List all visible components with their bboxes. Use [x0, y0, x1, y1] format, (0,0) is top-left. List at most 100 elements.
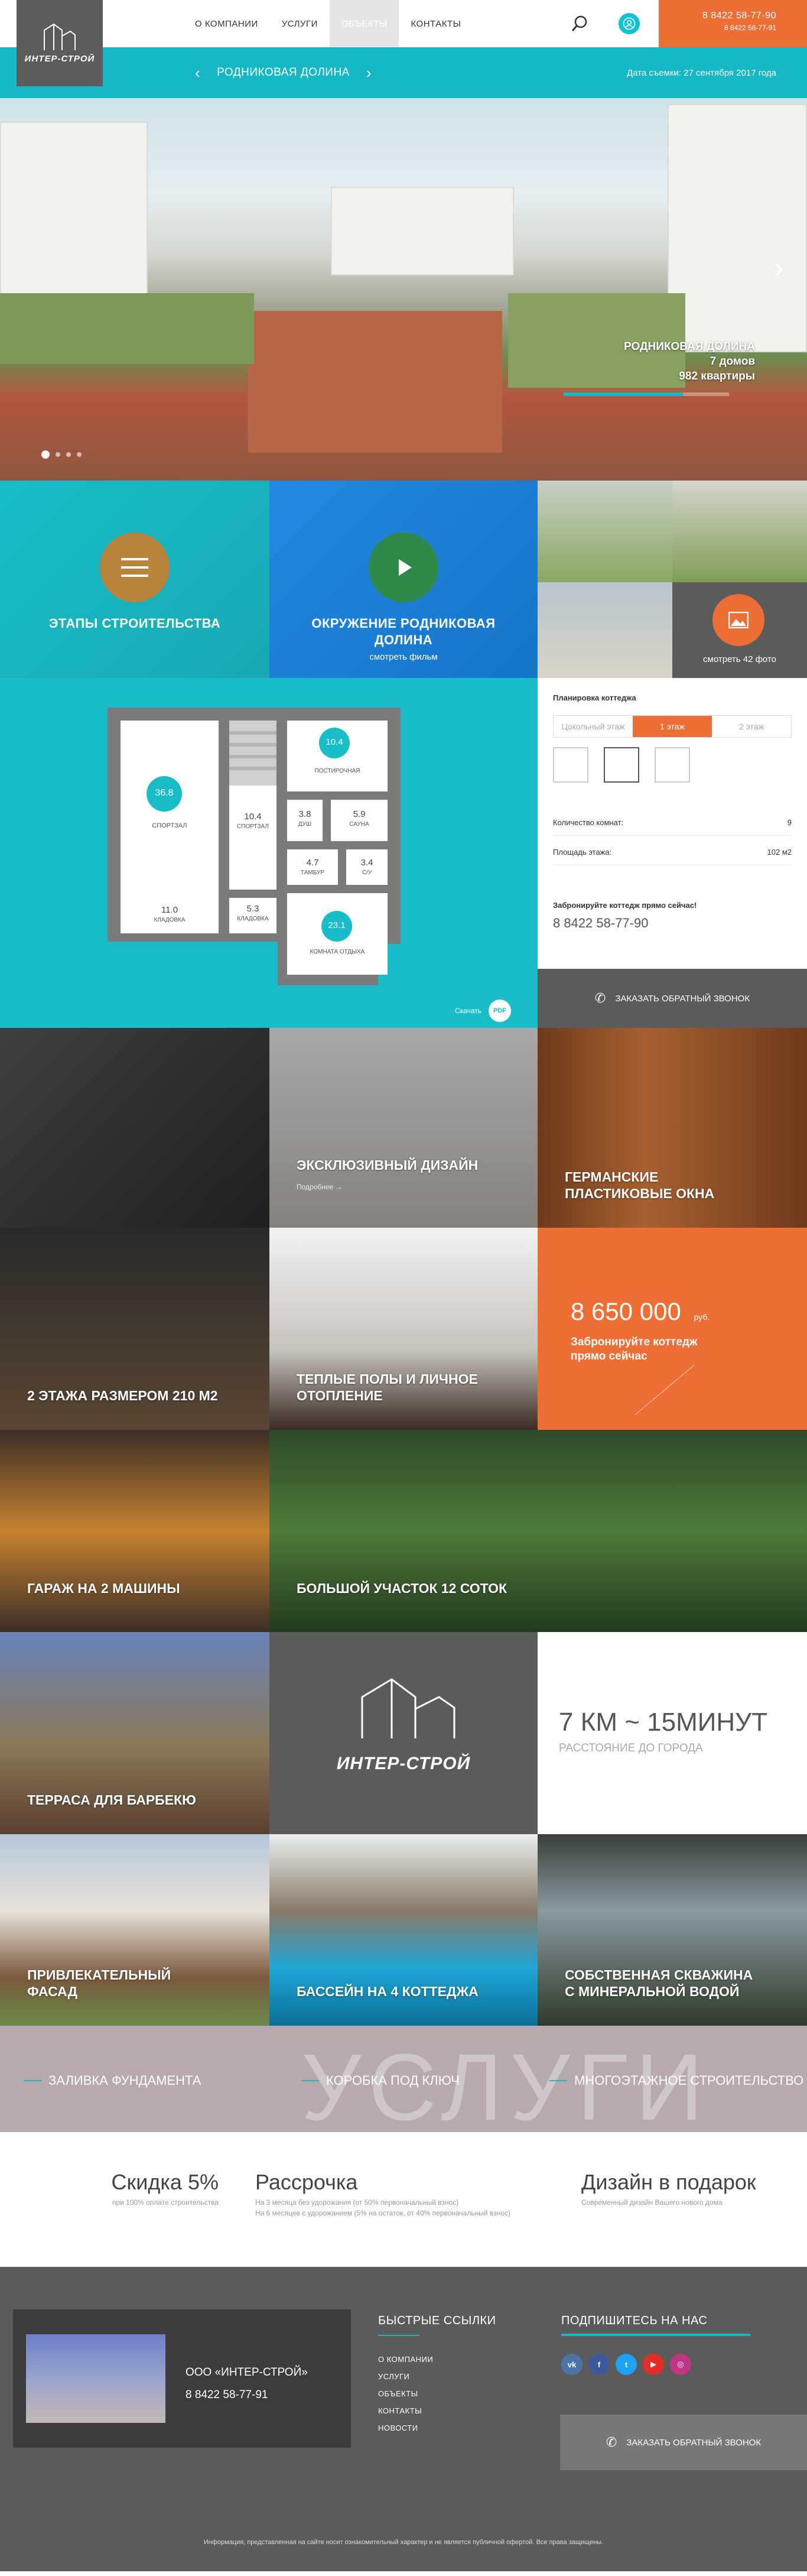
tile-surroundings[interactable]: ОКРУЖЕНИЕ РОДНИКОВАЯ ДОЛИНА смотреть фил…: [269, 481, 538, 678]
decor-line: [634, 1365, 695, 1415]
logo[interactable]: ИНТЕР-СТРОЙ: [17, 0, 103, 86]
order-title: Забронируйте коттедж прямо сейчас!: [553, 901, 697, 910]
logo-text: ИНТЕР-СТРОЙ: [24, 53, 95, 64]
plan-thumbnail[interactable]: [553, 747, 588, 783]
service-label: МНОГОЭТАЖНОЕ СТРОИТЕЛЬСТВО: [574, 2073, 804, 2088]
feature-windows[interactable]: ГЕРМАНСКИЕ ПЛАСТИКОВЫЕ ОКНА: [538, 1028, 807, 1228]
image-icon[interactable]: [712, 594, 764, 646]
photo-aerial-3: [538, 582, 672, 678]
price-value: 8 650 000 руб.: [571, 1297, 710, 1326]
promos: Скидка 5% при 100% оплате строительства …: [0, 2132, 807, 2267]
promo-desc: На 3 месяца без удорожания (от 50% перво…: [255, 2197, 510, 2218]
quick-links-list: О КОМПАНИИ УСЛУГИ ОБЪЕКТЫ КОНТАКТЫ НОВОС…: [378, 2355, 496, 2432]
feature-big-plot[interactable]: БОЛЬШОЙ УЧАСТОК 12 СОТОК: [269, 1430, 807, 1632]
service-foundation[interactable]: ЗАЛИВКА ФУНДАМЕНТА: [24, 2073, 201, 2088]
plan-thumbnail[interactable]: [655, 747, 690, 783]
building-center: [331, 187, 514, 275]
room-name: КЛАДОВКА: [154, 917, 186, 923]
distance-value: 7 КМ ~ 15МИНУТ: [559, 1708, 767, 1737]
search-button[interactable]: [570, 14, 589, 33]
feature-garage[interactable]: ГАРАЖ НА 2 МАШИНЫ: [0, 1430, 269, 1632]
feature-facade[interactable]: ПРИВЛЕКАТЕЛЬНЫЙ ФАСАД: [0, 1834, 269, 2026]
chevron-left-icon[interactable]: ‹: [195, 64, 200, 82]
callback-label: ЗАКАЗАТЬ ОБРАТНЫЙ ЗВОНОК: [615, 993, 750, 1004]
room-area: 5.3: [246, 904, 259, 914]
twitter-icon[interactable]: t: [616, 2354, 637, 2375]
tab-floor-1[interactable]: 1 этаж: [633, 716, 712, 737]
pdf-icon[interactable]: PDF: [489, 1000, 511, 1022]
feature-title: БАССЕЙН НА 4 КОТТЕДЖА: [297, 1984, 479, 1999]
service-turnkey[interactable]: КОРОБКА ПОД КЛЮЧ: [301, 2073, 460, 2088]
photo-aerial-2: [672, 481, 807, 582]
company-phone[interactable]: 8 8422 58-77-91: [186, 2389, 268, 2402]
facebook-icon[interactable]: f: [588, 2354, 610, 2375]
rooms-count-label: Количество комнат:: [553, 818, 624, 827]
feature-interior-dark[interactable]: [0, 1028, 269, 1228]
feature-well[interactable]: СОБСТВЕННАЯ СКВАЖИНА С МИНЕРАЛЬНОЙ ВОДОЙ: [538, 1834, 807, 2026]
slider-dot[interactable]: [41, 450, 50, 459]
slider-dot[interactable]: [56, 452, 60, 457]
footer-company: ООО «ИНТЕР-СТРОЙ» 8 8422 58-77-91: [13, 2309, 351, 2448]
footer-link-objects[interactable]: ОБЪЕКТЫ: [378, 2389, 496, 2398]
order-phone[interactable]: 8 8422 58-77-90: [553, 916, 792, 931]
feature-title: ГАРАЖ НА 2 МАШИНЫ: [27, 1581, 180, 1596]
building-left: [0, 122, 148, 317]
user-button[interactable]: [619, 13, 640, 34]
tab-floor-2[interactable]: 2 этаж: [712, 716, 791, 737]
tile-photos[interactable]: смотреть 42 фото: [538, 481, 807, 678]
service-label: ЗАЛИВКА ФУНДАМЕНТА: [48, 2073, 201, 2088]
instagram-icon[interactable]: ◎: [670, 2354, 691, 2375]
plan-thumbnail[interactable]: [604, 747, 639, 783]
tab-basement[interactable]: Цокольный этаж: [554, 716, 633, 737]
room-name: КОМНАТА ОТДЫХА: [310, 949, 365, 955]
phone-icon: ✆: [606, 2435, 617, 2450]
feature-more-link[interactable]: Подробнее →: [297, 1183, 343, 1191]
promo-desc: Современный дизайн Вашего нового дома: [581, 2198, 723, 2207]
callback-button[interactable]: ✆ ЗАКАЗАТЬ ОБРАТНЫЙ ЗВОНОК: [538, 969, 807, 1028]
footer-link-company[interactable]: О КОМПАНИИ: [378, 2355, 496, 2364]
tile-subtitle[interactable]: смотреть фильм: [269, 652, 538, 662]
download-plan[interactable]: Скачать PDF: [455, 1000, 511, 1022]
slider-dot[interactable]: [66, 452, 71, 457]
nav-item-company[interactable]: О КОМПАНИИ: [183, 0, 270, 47]
room-area: 10.4: [326, 737, 343, 747]
distance-label: РАССТОЯНИЕ ДО ГОРОДА: [559, 1742, 703, 1754]
footer-link-contacts[interactable]: КОНТАКТЫ: [378, 2406, 496, 2415]
phone-icon: ✆: [594, 991, 606, 1005]
nav-item-services[interactable]: УСЛУГИ: [270, 0, 330, 47]
tile-construction-stages[interactable]: ЭТАПЫ СТРОИТЕЛЬСТВА: [0, 481, 269, 678]
quick-links-title: БЫСТРЫЕ ССЫЛКИ: [378, 2314, 496, 2327]
service-multistorey[interactable]: МНОГОЭТАЖНОЕ СТРОИТЕЛЬСТВО: [549, 2073, 803, 2088]
hero-progress: [564, 392, 729, 396]
nav-item-objects[interactable]: ОБЪЕКТЫ: [329, 0, 399, 47]
lawn-left: [0, 293, 254, 364]
phone-main[interactable]: 8 8422 58-77-90: [659, 11, 776, 21]
youtube-icon[interactable]: ▶: [643, 2354, 664, 2375]
nav-item-contacts[interactable]: КОНТАКТЫ: [399, 0, 473, 47]
tile-subtitle[interactable]: смотреть 42 фото: [672, 654, 807, 664]
chevron-right-icon[interactable]: ›: [366, 64, 372, 82]
room-area: 3.4: [360, 858, 373, 868]
feature-exclusive-design[interactable]: ЭКСКЛЮЗИВНЫЙ ДИЗАЙН Подробнее →: [269, 1028, 538, 1228]
footer-link-services[interactable]: УСЛУГИ: [378, 2372, 496, 2381]
divider: [561, 2334, 750, 2336]
feature-two-floors[interactable]: 2 ЭТАЖА РАЗМЕРОМ 210 М2: [0, 1228, 269, 1430]
footer-callback-button[interactable]: ✆ ЗАКАЗАТЬ ОБРАТНЫЙ ЗВОНОК: [560, 2415, 807, 2470]
play-icon[interactable]: [369, 533, 438, 602]
photo-aerial-1: [538, 481, 672, 582]
footer-link-news[interactable]: НОВОСТИ: [378, 2423, 496, 2432]
price-tile[interactable]: 8 650 000 руб. Забронируйте коттедж прям…: [538, 1228, 807, 1430]
feature-title: ТЕРРАСА ДЛЯ БАРБЕКЮ: [27, 1792, 196, 1808]
feature-bbq-terrace[interactable]: ТЕРРАСА ДЛЯ БАРБЕКЮ: [0, 1632, 269, 1834]
divider: [301, 2080, 319, 2081]
features-grid: ЭКСКЛЮЗИВНЫЙ ДИЗАЙН Подробнее → ГЕРМАНСК…: [0, 1028, 807, 2026]
slider-dot[interactable]: [77, 452, 82, 457]
phone-secondary[interactable]: 8 8422 58-77-91: [659, 24, 776, 32]
slider-dots: [41, 450, 82, 459]
shoot-date: Дата съемки: 27 сентября 2017 года: [626, 67, 776, 78]
feature-pool[interactable]: БАССЕЙН НА 4 КОТТЕДЖА: [269, 1834, 538, 2026]
slider-next-icon[interactable]: ›: [774, 252, 783, 284]
promo-title: Рассрочка: [255, 2170, 358, 2194]
vk-icon[interactable]: vk: [561, 2354, 583, 2375]
feature-heated-floors[interactable]: ТЕПЛЫЕ ПОЛЫ И ЛИЧНОЕ ОТОПЛЕНИЕ: [269, 1228, 538, 1430]
